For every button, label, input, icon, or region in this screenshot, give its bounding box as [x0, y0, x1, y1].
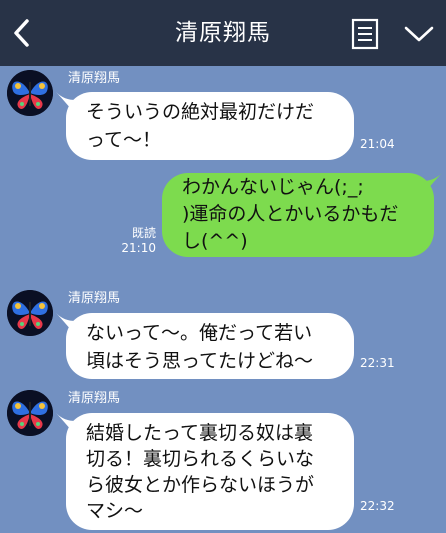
- list-icon: [351, 18, 379, 50]
- message-time: 21:10: [121, 241, 156, 255]
- chat-header: 清原翔馬: [0, 0, 446, 66]
- message-time: 21:04: [360, 137, 395, 151]
- message-bubble[interactable]: そういうの絶対最初だけだ って〜！: [66, 92, 354, 160]
- message-line: し(^^): [182, 230, 248, 252]
- butterfly-avatar-icon: [7, 390, 53, 436]
- dropdown-button[interactable]: [402, 20, 436, 48]
- avatar[interactable]: [7, 70, 53, 116]
- chevron-left-icon: [14, 19, 29, 47]
- sender-name: 清原翔馬: [68, 71, 121, 86]
- message-line: わかんないじゃん(;_;: [182, 176, 364, 198]
- message-line: そういうの絶対最初だけだ: [86, 101, 315, 123]
- message-line: 結婚したって裏切る奴は裏: [86, 422, 314, 444]
- message-time: 22:32: [360, 499, 395, 513]
- message-bubble[interactable]: 結婚したって裏切る奴は裏 切る！裏切られるくらいな ら彼女とか作らないほうが マ…: [66, 413, 354, 530]
- message-line: って〜！: [86, 129, 162, 151]
- menu-button[interactable]: [350, 17, 380, 51]
- avatar[interactable]: [7, 390, 53, 436]
- message-line: ないって〜。俺だって若い: [86, 322, 313, 344]
- chevron-down-icon: [404, 26, 434, 42]
- sender-name: 清原翔馬: [68, 291, 121, 306]
- butterfly-avatar-icon: [7, 290, 53, 336]
- back-button[interactable]: [6, 11, 38, 55]
- avatar[interactable]: [7, 290, 53, 336]
- message-line: ら彼女とか作らないほうが: [86, 474, 315, 496]
- message-bubble[interactable]: ないって〜。俺だって若い 頃はそう思ってたけどね〜: [66, 313, 354, 379]
- message-line: )運命の人とかいるかもだ: [182, 203, 399, 225]
- butterfly-avatar-icon: [7, 70, 53, 116]
- sender-name: 清原翔馬: [68, 391, 121, 406]
- read-receipt: 既読 21:10: [108, 226, 156, 256]
- message-time: 22:31: [360, 356, 395, 370]
- message-line: 頃はそう思ってたけどね〜: [86, 350, 314, 372]
- message-line: 切る！裏切られるくらいな: [86, 448, 315, 470]
- read-label: 既読: [131, 226, 156, 240]
- message-line: マシ〜: [86, 500, 144, 522]
- message-bubble[interactable]: わかんないじゃん(;_; )運命の人とかいるかもだ し(^^): [162, 173, 434, 257]
